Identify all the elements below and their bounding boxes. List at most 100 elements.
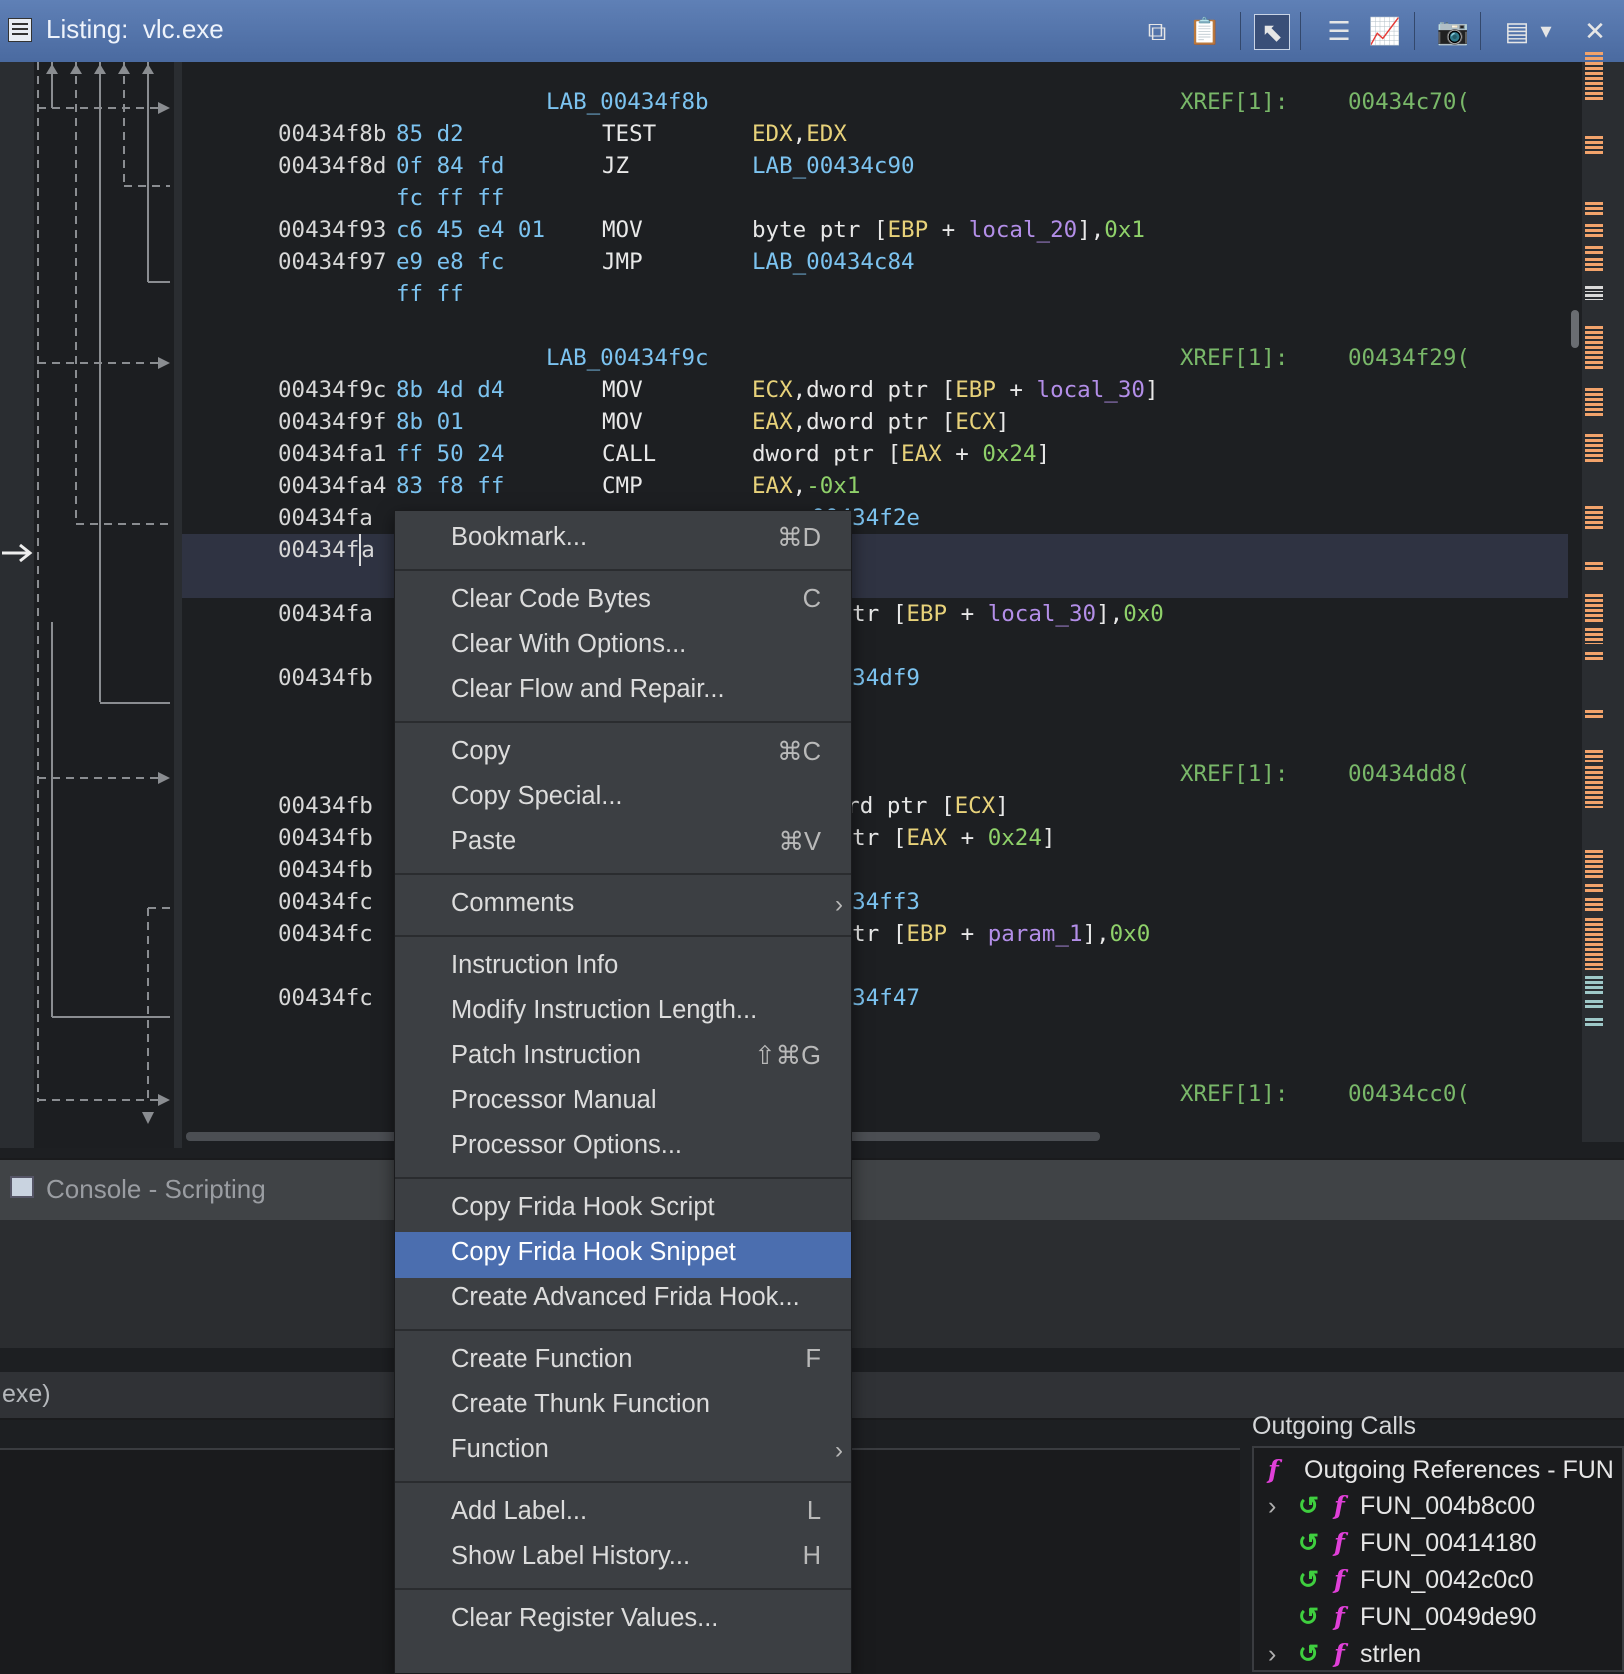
code-instruction-line[interactable]: 00434f8d 0f 84 fd JZ LAB_00434c90: [182, 150, 1568, 182]
menu-item-add-label[interactable]: Add Label... L: [395, 1491, 851, 1537]
overview-marker[interactable]: [1585, 1000, 1603, 1010]
overview-marker[interactable]: [1585, 224, 1603, 238]
pane-divider[interactable]: [174, 62, 182, 1148]
options-icon[interactable]: ▤: [1500, 14, 1534, 48]
menu-item-instruction-info[interactable]: Instruction Info: [395, 945, 851, 991]
expand-chevron-icon[interactable]: ›: [1268, 1488, 1276, 1524]
code-line[interactable]: [182, 566, 1568, 598]
paste-icon[interactable]: 📋: [1188, 14, 1222, 48]
code-instruction-line[interactable]: 00434fb rd ptr [EAX + 0x24]: [182, 822, 1568, 854]
menu-item-copy-frida-hook-script[interactable]: Copy Frida Hook Script: [395, 1187, 851, 1233]
context-menu[interactable]: Bookmark... ⌘D Clear Code Bytes C Clear With…: [394, 510, 852, 1674]
overview-marker[interactable]: [1585, 136, 1603, 154]
menu-item-processor-manual[interactable]: Processor Manual: [395, 1080, 851, 1126]
menu-item-bookmark[interactable]: Bookmark... ⌘D: [395, 517, 851, 563]
code-instruction-line[interactable]: 00434f93 c6 45 e4 01 MOV byte ptr [EBP + lo…: [182, 214, 1568, 246]
code-instruction-line[interactable]: 00434fc _00434ff3: [182, 886, 1568, 918]
outgoing-call-item[interactable]: ↺ f FUN_0049de90: [1254, 1599, 1622, 1635]
menu-item-function[interactable]: Function ›: [395, 1429, 851, 1475]
field-layout-icon[interactable]: ☰: [1322, 14, 1356, 48]
overview-marker[interactable]: [1585, 918, 1603, 970]
overview-marker[interactable]: [1585, 202, 1603, 216]
menu-item-show-label-history[interactable]: Show Label History... H: [395, 1536, 851, 1582]
code-label-line[interactable]: LAB_00434f9c XREF[1]: 00434f29(: [182, 342, 1568, 374]
code-instruction-line[interactable]: 00434f9f 8b 01 MOV EAX ,dword ptr [ECX]: [182, 406, 1568, 438]
vertical-scrollbar-thumb[interactable]: [1571, 310, 1579, 348]
outgoing-call-item[interactable]: › ↺ f strlen: [1254, 1636, 1622, 1670]
overview-marker[interactable]: [1585, 652, 1603, 662]
tree-root[interactable]: f Outgoing References - FUN: [1254, 1452, 1622, 1488]
code-line[interactable]: fc ff ff: [182, 182, 1568, 214]
code-label-line[interactable]: LAB_00434f8b XREF[1]: 00434c70(: [182, 86, 1568, 118]
expand-chevron-icon[interactable]: ›: [1268, 1636, 1276, 1670]
code-line[interactable]: [182, 1014, 1568, 1046]
outgoing-calls-tree[interactable]: f Outgoing References - FUN › ↺ f FUN_004b8…: [1252, 1446, 1624, 1672]
code-line[interactable]: [182, 694, 1568, 726]
code-instruction-line[interactable]: 00434fb ,dword ptr [ECX]: [182, 790, 1568, 822]
code-instruction-line[interactable]: 00434f8b 85 d2 TEST EDX, EDX: [182, 118, 1568, 150]
overview-marker[interactable]: [1585, 286, 1603, 292]
overview-marker[interactable]: [1585, 258, 1603, 272]
code-instruction-line[interactable]: 00434fa1 ff 50 24 CALL dword ptr [EAX + 0x2…: [182, 438, 1568, 470]
code-instruction-line[interactable]: 00434fa4 83 f8 ff CMP EAX, -0x1: [182, 470, 1568, 502]
code-instruction-line[interactable]: 00434fb _00434df9: [182, 662, 1568, 694]
overview-marker[interactable]: [1585, 850, 1603, 880]
overview-marker[interactable]: [1585, 434, 1603, 464]
menu-item-patch-instruction[interactable]: Patch Instruction ⇧⌘G: [395, 1035, 851, 1081]
overview-margin[interactable]: [1582, 52, 1624, 1142]
outgoing-call-item[interactable]: › ↺ f FUN_004b8c00: [1254, 1488, 1622, 1524]
code-instruction-line[interactable]: 00434fa0x1: [182, 534, 1568, 566]
menu-item-create-advanced-frida-hook[interactable]: Create Advanced Frida Hook...: [395, 1277, 851, 1323]
menu-item-paste[interactable]: Paste ⌘V: [395, 821, 851, 867]
code-instruction-line[interactable]: 00434fc rd ptr [EBP + param_1], 0x0: [182, 918, 1568, 950]
outgoing-call-item[interactable]: ↺ f FUN_0042c0c0: [1254, 1562, 1622, 1598]
code-line[interactable]: XREF[1]: 00434cc0(: [182, 1078, 1568, 1110]
menu-item-copy[interactable]: Copy ⌘C: [395, 731, 851, 777]
code-instruction-line[interactable]: 00434fa rd ptr [EBP + local_30], 0x0: [182, 598, 1568, 630]
code-line[interactable]: [182, 950, 1568, 982]
overview-marker[interactable]: [1585, 594, 1603, 622]
overview-marker[interactable]: [1585, 898, 1603, 912]
overview-marker[interactable]: [1585, 976, 1603, 996]
dropdown-icon[interactable]: ▾: [1536, 14, 1556, 48]
code-instruction-line[interactable]: 00434fa _00434f2e: [182, 502, 1568, 534]
menu-item-clear-register-values[interactable]: Clear Register Values...: [395, 1598, 851, 1644]
overview-marker[interactable]: [1585, 766, 1603, 808]
code-line[interactable]: [182, 1046, 1568, 1078]
horizontal-scrollbar[interactable]: [186, 1130, 1566, 1142]
code-instruction-line[interactable]: 00434f9c 8b 4d d4 MOV ECX ,dword ptr [EBP + …: [182, 374, 1568, 406]
overview-marker[interactable]: [1585, 562, 1603, 572]
vertical-scrollbar[interactable]: [1568, 62, 1582, 1132]
menu-item-clear-with-options[interactable]: Clear With Options...: [395, 624, 851, 670]
graph-icon[interactable]: 📈: [1368, 14, 1402, 48]
overview-marker[interactable]: [1585, 628, 1603, 644]
code-line[interactable]: [182, 726, 1568, 758]
code-line[interactable]: [182, 310, 1568, 342]
overview-marker[interactable]: [1585, 1018, 1603, 1026]
overview-marker[interactable]: [1585, 326, 1603, 370]
overview-marker[interactable]: [1585, 750, 1603, 762]
menu-item-modify-instruction-length[interactable]: Modify Instruction Length...: [395, 990, 851, 1036]
code-line[interactable]: [182, 630, 1568, 662]
snapshot-icon[interactable]: 📷: [1436, 14, 1470, 48]
overview-marker[interactable]: [1585, 710, 1603, 720]
menu-item-clear-code-bytes[interactable]: Clear Code Bytes C: [395, 579, 851, 625]
code-instruction-line[interactable]: 00434fc _00434f47: [182, 982, 1568, 1014]
overview-marker[interactable]: [1585, 884, 1603, 894]
menu-item-comments[interactable]: Comments ›: [395, 883, 851, 929]
menu-item-copy-special[interactable]: Copy Special...: [395, 776, 851, 822]
code-instruction-line[interactable]: 00434f97 e9 e8 fc JMP LAB_00434c84: [182, 246, 1568, 278]
menu-item-copy-frida-hook-snippet[interactable]: Copy Frida Hook Snippet: [395, 1232, 851, 1278]
overview-marker[interactable]: [1585, 246, 1603, 256]
menu-item-create-thunk-function[interactable]: Create Thunk Function: [395, 1384, 851, 1430]
outgoing-call-item[interactable]: ↺ f FUN_00414180: [1254, 1525, 1622, 1561]
overview-marker[interactable]: [1585, 294, 1603, 300]
copy-icon[interactable]: ⧉: [1140, 14, 1174, 48]
close-icon[interactable]: ✕: [1578, 14, 1612, 48]
overview-marker[interactable]: [1585, 506, 1603, 530]
overview-marker[interactable]: [1585, 388, 1603, 418]
menu-item-processor-options[interactable]: Processor Options...: [395, 1125, 851, 1171]
listing-code-view[interactable]: LAB_00434f8b XREF[1]: 00434c70(00434f8b 85 …: [182, 62, 1568, 1132]
menu-item-clear-flow-and-repair[interactable]: Clear Flow and Repair...: [395, 669, 851, 715]
code-line[interactable]: XREF[1]: 00434dd8(: [182, 758, 1568, 790]
